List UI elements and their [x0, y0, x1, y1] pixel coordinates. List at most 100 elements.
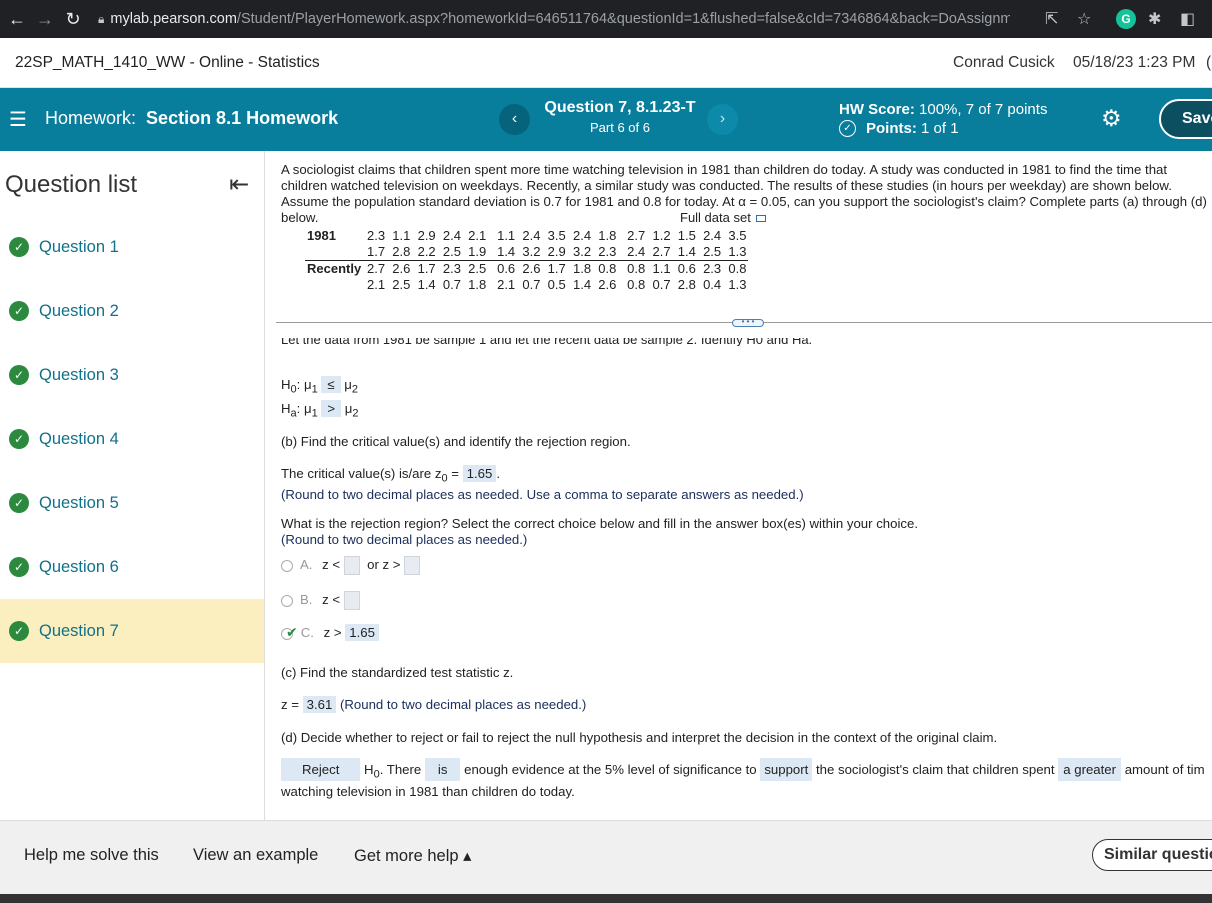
region-value-answer[interactable]: 1.65	[345, 624, 379, 641]
homework-prefix: Homework:	[45, 108, 137, 128]
next-question-button[interactable]: ›	[707, 104, 738, 135]
z-statistic-line: z = 3.61 (Round to two decimal places as…	[281, 696, 586, 713]
question-label: Question 1	[39, 237, 119, 256]
critical-hint: (Round to two decimal places as needed. …	[281, 487, 804, 502]
reload-icon[interactable]: ↻	[62, 9, 84, 30]
correct-check-icon: ✔	[286, 624, 298, 640]
part-c-prompt: (c) Find the standardized test statistic…	[281, 665, 514, 680]
help-me-solve-button[interactable]: Help me solve this	[24, 846, 159, 865]
back-arrow-icon[interactable]: ←	[6, 9, 28, 30]
question-item-1[interactable]: ✓ Question 1	[0, 215, 264, 279]
option-letter: C.	[300, 625, 314, 640]
part-d-prompt: (d) Decide whether to reject or fail to …	[281, 730, 998, 745]
answer-box[interactable]	[343, 591, 360, 610]
rejection-region-prompt: What is the rejection region? Select the…	[281, 516, 918, 531]
option-text: z >	[323, 625, 342, 640]
hw-score: HW Score: 100%, 7 of 7 points	[839, 101, 1047, 118]
forward-arrow-icon[interactable]: →	[34, 9, 56, 30]
course-header: 22SP_MATH_1410_WW - Online - Statistics …	[0, 44, 1212, 88]
cut-off-icon: (	[1206, 54, 1212, 71]
view-example-button[interactable]: View an example	[193, 846, 318, 865]
rejection-region-hint: (Round to two decimal places as needed.)	[281, 532, 528, 547]
partially-hidden-text: Let the data from 1981 be sample 1 and l…	[281, 338, 813, 346]
decision-text: amount of tim	[1124, 762, 1205, 777]
critical-value-line: The critical value(s) is/are z0 = 1.65.	[281, 465, 500, 485]
answer-box[interactable]	[404, 556, 421, 575]
data-table: 1981 2.3 1.1 2.9 2.4 2.1 1.1 2.4 3.5 2.4…	[305, 228, 749, 293]
row-label-empty	[305, 244, 365, 261]
question-item-2[interactable]: ✓ Question 2	[0, 279, 264, 343]
option-text: or z >	[367, 556, 401, 572]
get-more-help-button[interactable]: Get more help ▴	[354, 846, 471, 866]
decision-text: . There	[379, 762, 422, 777]
full-data-set-link[interactable]: Full data set	[680, 210, 766, 225]
table-row: 1.7 2.8 2.2 2.5 1.9 1.4 3.2 2.9 3.2 2.3 …	[305, 244, 748, 261]
url-path: /Student/PlayerHomework.aspx?homeworkId=…	[236, 11, 1011, 27]
homework-title: Homework: Section 8.1 Homework	[45, 108, 338, 129]
gear-icon[interactable]: ⚙	[1101, 105, 1122, 132]
hw-score-label: HW Score:	[839, 101, 915, 118]
decision-dropdown[interactable]: Reject	[281, 758, 361, 781]
option-c[interactable]: ✔ C. z > 1.65	[281, 624, 379, 641]
question-label: Question 2	[39, 301, 119, 320]
drag-handle[interactable]: • • •	[732, 318, 764, 327]
table-cell: 2.1 2.5 1.4 0.7 1.8 2.1 0.7 0.5 1.4 2.6 …	[367, 277, 747, 292]
course-title: 22SP_MATH_1410_WW - Online - Statistics	[15, 54, 320, 71]
z-hint: (Round to two decimal places as needed.)	[339, 697, 587, 712]
table-cell: 2.7 2.6 1.7 2.3 2.5 0.6 2.6 1.7 1.8 0.8 …	[365, 260, 749, 277]
grammarly-extension-icon[interactable]: G	[1116, 9, 1136, 29]
option-a[interactable]: A. z < or z >	[281, 556, 421, 575]
is-dropdown[interactable]: is	[424, 758, 461, 781]
bottom-strip	[0, 894, 1212, 903]
points: ✓ Points: 1 of 1	[839, 120, 959, 137]
question-item-5[interactable]: ✓ Question 5	[0, 471, 264, 535]
star-icon[interactable]: ☆	[1077, 9, 1091, 29]
sidepanel-icon[interactable]: ◧	[1180, 9, 1195, 29]
critical-value-answer[interactable]: 1.65	[462, 465, 497, 482]
extensions-puzzle-icon[interactable]: ✱	[1148, 9, 1161, 29]
points-label: Points:	[866, 120, 917, 137]
lock-icon[interactable]: 🔒︎	[98, 12, 104, 27]
question-label: Question 7	[39, 621, 119, 640]
share-icon[interactable]: ⇱	[1045, 9, 1058, 29]
ha-symbol-answer[interactable]: >	[321, 400, 342, 417]
support-dropdown[interactable]: support	[760, 758, 813, 781]
save-button[interactable]: Save	[1159, 99, 1212, 139]
radio-option-a[interactable]	[281, 559, 293, 572]
points-value: 1 of 1	[921, 120, 959, 137]
window-icon	[755, 215, 766, 223]
question-content: A sociologist claims that children spent…	[266, 151, 1212, 820]
check-icon: ✓	[9, 621, 29, 641]
browser-toolbar: ← → ↻ 🔒︎ mylab.pearson.com/Student/Playe…	[0, 0, 1212, 38]
similar-question-button[interactable]: Similar questio	[1092, 839, 1212, 871]
question-label: Question 3	[39, 365, 119, 384]
menu-icon[interactable]: ☰	[9, 107, 27, 132]
collapse-panel-icon[interactable]: ⇤	[229, 170, 249, 199]
question-label: Question 5	[39, 493, 119, 512]
alternative-hypothesis: Ha: μ1 > μ2	[281, 400, 359, 420]
answer-box[interactable]	[343, 556, 360, 575]
z-value-answer[interactable]: 3.61	[302, 696, 337, 713]
radio-option-b[interactable]	[281, 594, 293, 607]
homework-bar: ☰ Homework: Section 8.1 Homework ‹ Quest…	[0, 88, 1212, 151]
help-footer: Help me solve this View an example Get m…	[0, 820, 1212, 894]
null-hypothesis: H0: μ1 ≤ μ2	[281, 376, 359, 396]
option-letter: A.	[300, 556, 313, 572]
z-label: z =	[281, 697, 299, 712]
user-name: Conrad Cusick	[953, 54, 1055, 71]
address-bar[interactable]: mylab.pearson.com/Student/PlayerHomework…	[110, 11, 1010, 27]
h0-symbol-answer[interactable]: ≤	[321, 376, 341, 393]
hw-score-value: 100%, 7 of 7 points	[919, 101, 1048, 118]
question-label: Question 6	[39, 557, 119, 576]
question-title: Question 7, 8.1.23-T	[544, 99, 696, 116]
question-item-4[interactable]: ✓ Question 4	[0, 407, 264, 471]
greater-dropdown[interactable]: a greater	[1058, 758, 1122, 781]
check-icon: ✓	[9, 301, 29, 321]
question-item-7[interactable]: ✓ Question 7	[0, 599, 264, 663]
decision-text: enough evidence at the 5% level of signi…	[464, 762, 757, 777]
part-b-prompt: (b) Find the critical value(s) and ident…	[281, 434, 631, 449]
option-b[interactable]: B. z <	[281, 591, 360, 610]
question-item-3[interactable]: ✓ Question 3	[0, 343, 264, 407]
datetime: 05/18/23 1:23 PM	[1073, 54, 1196, 71]
question-item-6[interactable]: ✓ Question 6	[0, 535, 264, 599]
